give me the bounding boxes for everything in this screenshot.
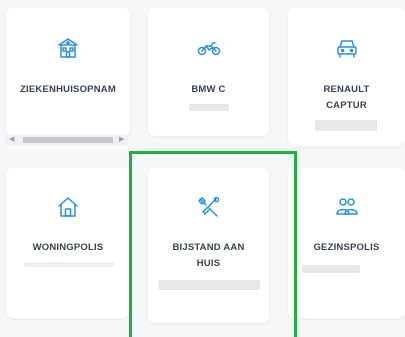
family-icon <box>335 196 359 218</box>
policy-card-woningpolis[interactable]: WONINGPOLIS <box>6 168 130 318</box>
policy-card-label: BMW C <box>191 84 226 95</box>
house-icon <box>56 196 80 218</box>
policy-card-label: WONINGPOLIS <box>32 242 104 253</box>
hospital-icon <box>56 37 80 59</box>
policy-card-label: RENAULT CAPTUR <box>323 84 370 111</box>
scroll-thumb[interactable] <box>23 137 113 143</box>
policy-card-renault-captur[interactable]: RENAULT CAPTUR <box>288 8 405 146</box>
policy-number-redacted <box>302 265 360 273</box>
policy-card-label: GEZINSPOLIS <box>313 242 380 253</box>
address-redacted <box>24 262 114 267</box>
policy-number-redacted <box>315 120 377 131</box>
policy-card-bmw-c[interactable]: BMW C <box>148 8 269 136</box>
scroll-left-icon[interactable]: ◀ <box>9 135 14 145</box>
policy-number-redacted <box>189 104 229 111</box>
horizontal-scrollbar[interactable]: ◀ ▶ <box>6 135 128 145</box>
selection-highlight <box>129 151 297 337</box>
policy-card-gezinspolis[interactable]: GEZINSPOLIS <box>288 168 405 318</box>
policy-card-label: ZIEKENHUISOPNAM <box>20 84 116 95</box>
car-icon <box>335 37 359 59</box>
policy-card-ziekenhuisopname[interactable]: ZIEKENHUISOPNAM <box>6 8 130 136</box>
motorcycle-icon <box>197 37 221 59</box>
scroll-right-icon[interactable]: ▶ <box>119 135 124 145</box>
